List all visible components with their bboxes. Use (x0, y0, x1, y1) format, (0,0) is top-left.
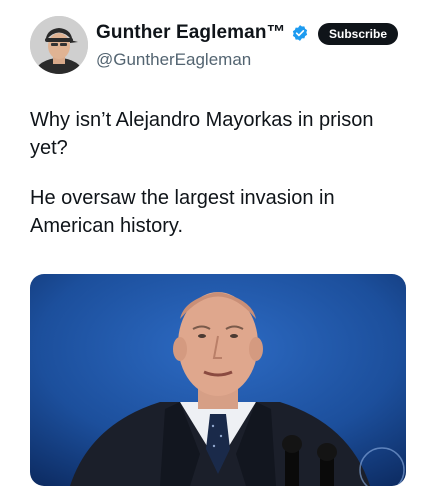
tweet-header: Gunther Eagleman™ Subscribe @GuntherEagl… (30, 16, 410, 76)
tweet-paragraph: Why isn’t Alejandro Mayorkas in prison y… (30, 109, 374, 159)
tweet-paragraph: He oversaw the largest invasion in Ameri… (30, 187, 335, 237)
tweet-media-photo[interactable] (30, 274, 406, 486)
author-avatar[interactable] (30, 16, 88, 74)
speaker-photo-icon (30, 274, 406, 486)
subscribe-button[interactable]: Subscribe (318, 23, 399, 45)
author-handle[interactable]: @GuntherEagleman (96, 50, 251, 70)
author-name-row: Gunther Eagleman™ (96, 22, 309, 44)
avatar-photo-icon (30, 16, 88, 74)
author-display-name[interactable]: Gunther Eagleman™ (96, 22, 286, 44)
tweet-body: Why isn’t Alejandro Mayorkas in prison y… (30, 106, 410, 262)
verified-badge-icon (291, 24, 309, 42)
